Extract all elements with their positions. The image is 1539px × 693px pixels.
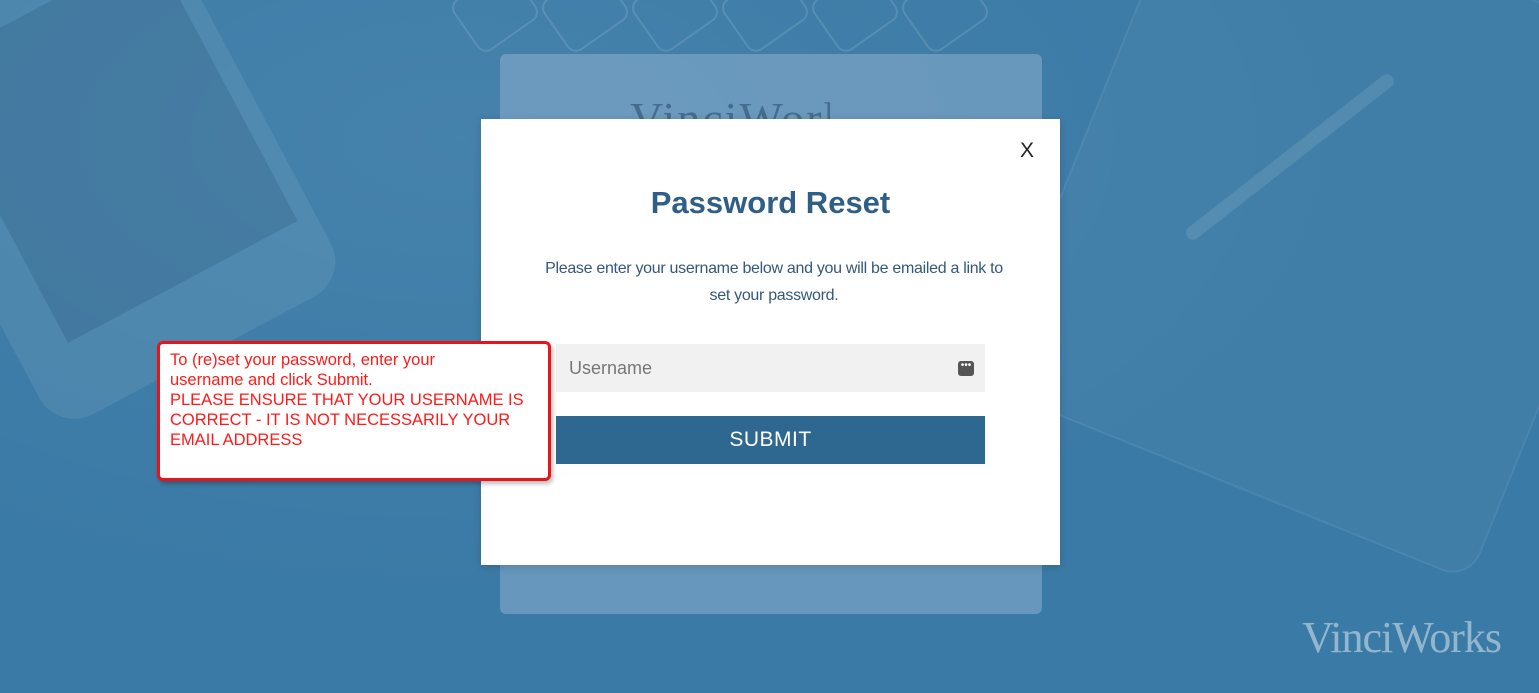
callout-line-2: username and click Submit. <box>170 371 373 389</box>
callout-line-4: CORRECT - IT IS NOT NECESSARILY YOUR <box>170 411 511 429</box>
description-line-1: Please enter your username below and you… <box>545 260 1003 277</box>
description-line-2: set your password. <box>709 287 839 304</box>
callout-line-3: PLEASE ENSURE THAT YOUR USERNAME IS <box>170 391 524 409</box>
modal-description: Please enter your username below and you… <box>509 255 1039 309</box>
close-button[interactable]: X <box>1020 139 1034 163</box>
username-input[interactable] <box>556 344 985 392</box>
callout-line-1: To (re)set your password, enter your <box>170 351 436 369</box>
instruction-callout: To (re)set your password, enter your use… <box>157 341 551 481</box>
callout-line-5: EMAIL ADDRESS <box>170 431 303 449</box>
modal-title: Password Reset <box>650 185 891 220</box>
password-reset-modal: X Password Reset Please enter your usern… <box>481 119 1060 565</box>
password-manager-icon[interactable]: ••• <box>958 361 974 376</box>
login-card-logo: VinciWorks <box>630 96 830 120</box>
submit-button[interactable]: SUBMIT <box>556 416 985 464</box>
vinciworks-logo: VinciWorks <box>1302 613 1502 662</box>
